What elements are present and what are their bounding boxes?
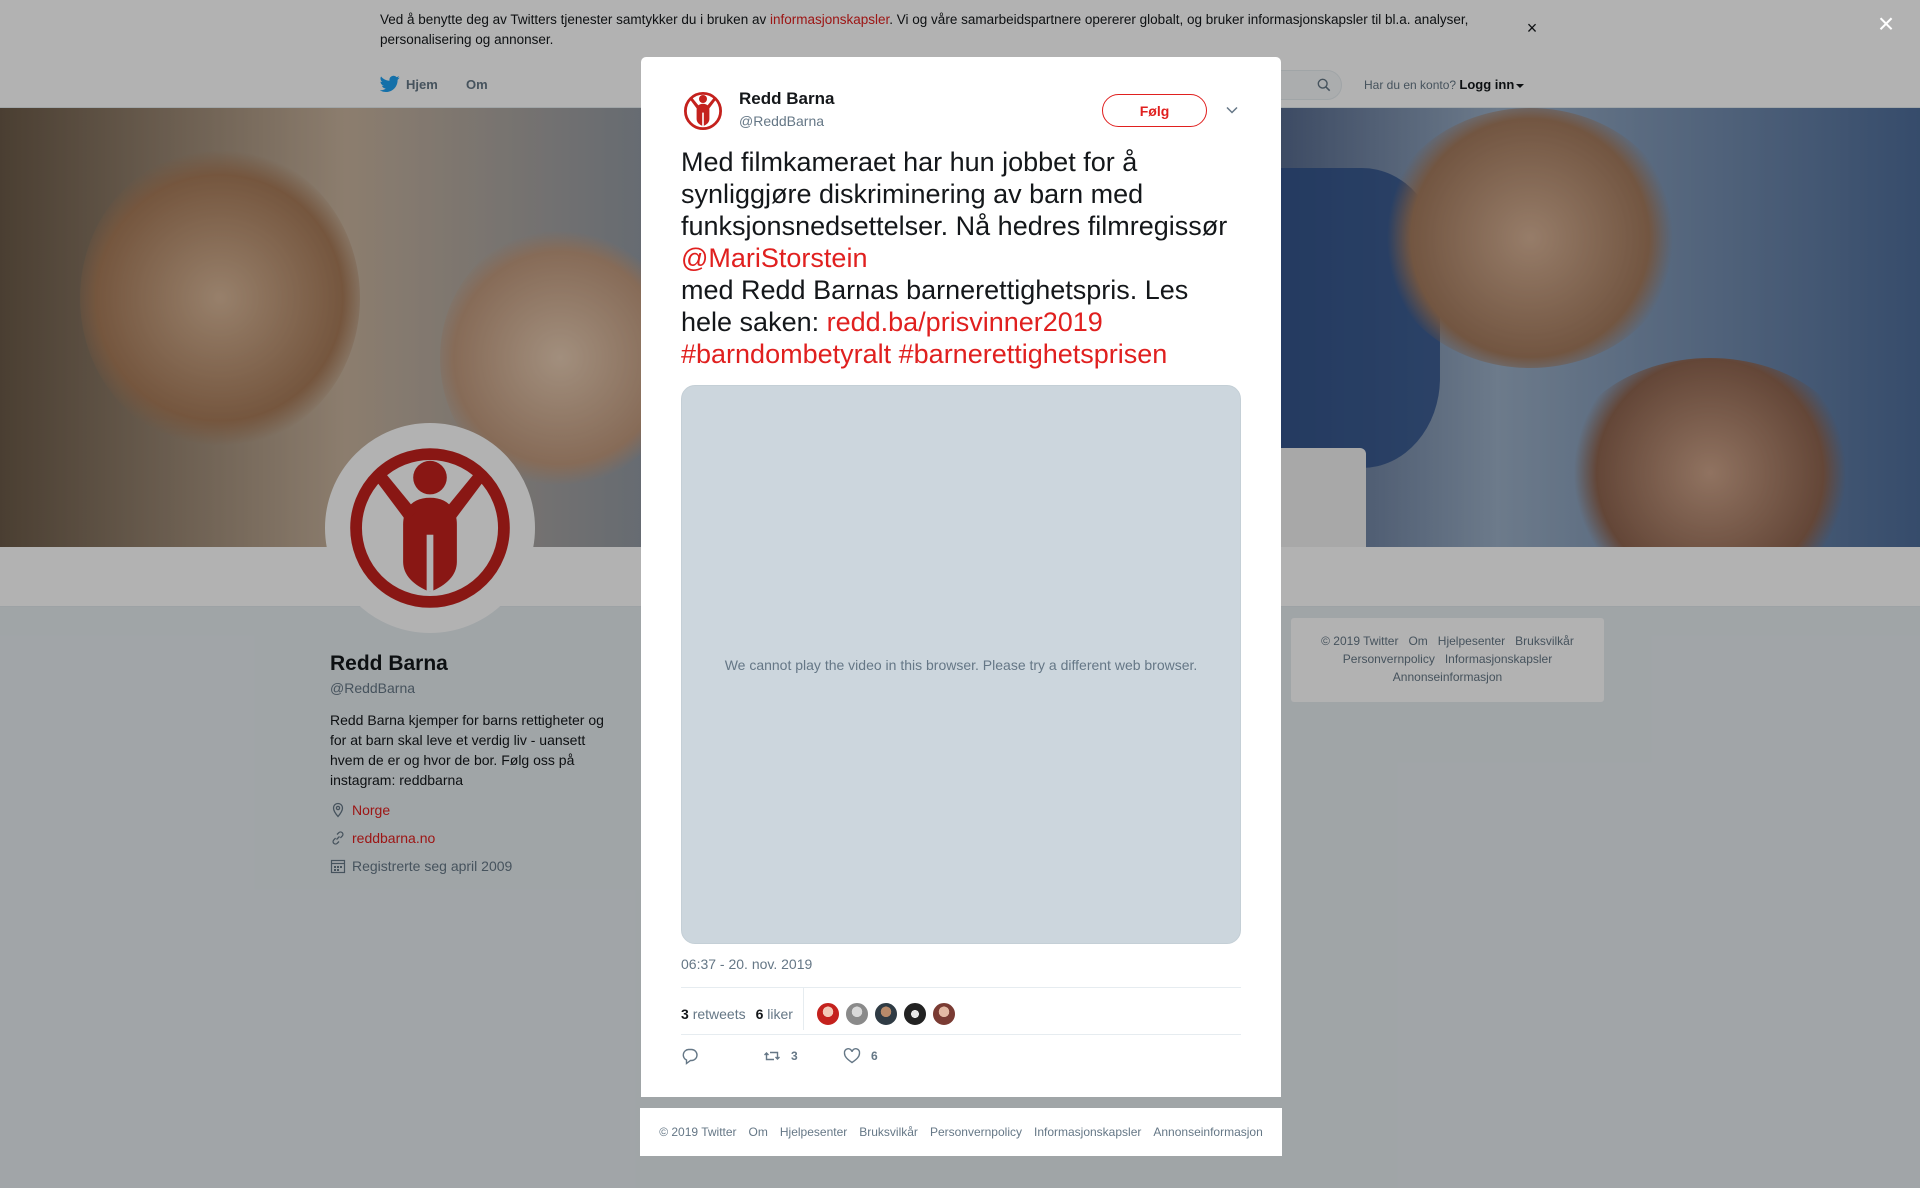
tweet-actions: 3 6 [681,1047,878,1065]
divider [802,988,804,1030]
follow-button[interactable]: Følg [1102,94,1207,127]
footer-link-ads-info[interactable]: Annonseinformasjon [1153,1125,1262,1139]
retweet-count: 3 [791,1049,798,1063]
video-error-message: We cannot play the video in this browser… [724,656,1198,673]
video-player[interactable]: We cannot play the video in this browser… [681,385,1241,944]
retweet-button[interactable]: 3 [763,1047,843,1065]
like-button[interactable]: 6 [843,1047,878,1065]
footer-copyright: © 2019 Twitter [659,1125,737,1139]
footer-link-privacy[interactable]: Personvernpolicy [930,1125,1022,1139]
tweet-stats: 3 retweets 6 liker [681,988,956,1042]
liker-avatar[interactable] [931,1002,956,1026]
close-icon[interactable]: × [1874,10,1898,38]
reply-icon [682,1048,698,1065]
article-url-link[interactable]: redd.ba/prisvinner2019 [827,307,1103,337]
tweet-timestamp[interactable]: 06:37 - 20. nov. 2019 [681,956,812,972]
footer-link-about[interactable]: Om [749,1125,768,1139]
likes-stat[interactable]: 6 liker [756,1006,793,1022]
hashtag-link[interactable]: #barnerettighetsprisen [899,339,1168,369]
footer-link-cookies[interactable]: Informasjonskapsler [1034,1125,1141,1139]
footer-link-help[interactable]: Hjelpesenter [780,1125,847,1139]
divider [681,987,1241,988]
tweet-text-part: Med filmkameraet har hun jobbet for å sy… [681,147,1228,241]
like-count: 6 [871,1049,878,1063]
tweet-author-avatar[interactable] [681,89,725,133]
tweet-modal: Redd Barna @ReddBarna Følg Med filmkamer… [641,57,1281,1097]
mention-link[interactable]: @MariStorstein [681,243,867,273]
reply-button[interactable] [681,1047,763,1065]
liker-avatar[interactable] [902,1002,927,1026]
liker-avatar[interactable] [815,1002,840,1026]
modal-footer: © 2019 Twitter Om Hjelpesenter Bruksvilk… [640,1108,1282,1156]
like-icon [843,1048,861,1064]
tweet-text: Med filmkameraet har hun jobbet for å sy… [681,146,1241,370]
liker-avatar[interactable] [873,1002,898,1026]
hashtag-link[interactable]: #barndombetyralt [681,339,891,369]
tweet-author-handle[interactable]: @ReddBarna [739,113,824,129]
liker-avatar[interactable] [844,1002,869,1026]
tweet-author-name[interactable]: Redd Barna [739,89,834,109]
chevron-down-icon[interactable] [1225,103,1239,117]
retweet-icon [764,1051,780,1061]
retweets-stat[interactable]: 3 retweets [681,1006,746,1022]
divider [681,1034,1241,1035]
redd-barna-logo-icon [684,92,722,130]
footer-link-terms[interactable]: Bruksvilkår [859,1125,918,1139]
liker-avatars [815,1002,956,1026]
